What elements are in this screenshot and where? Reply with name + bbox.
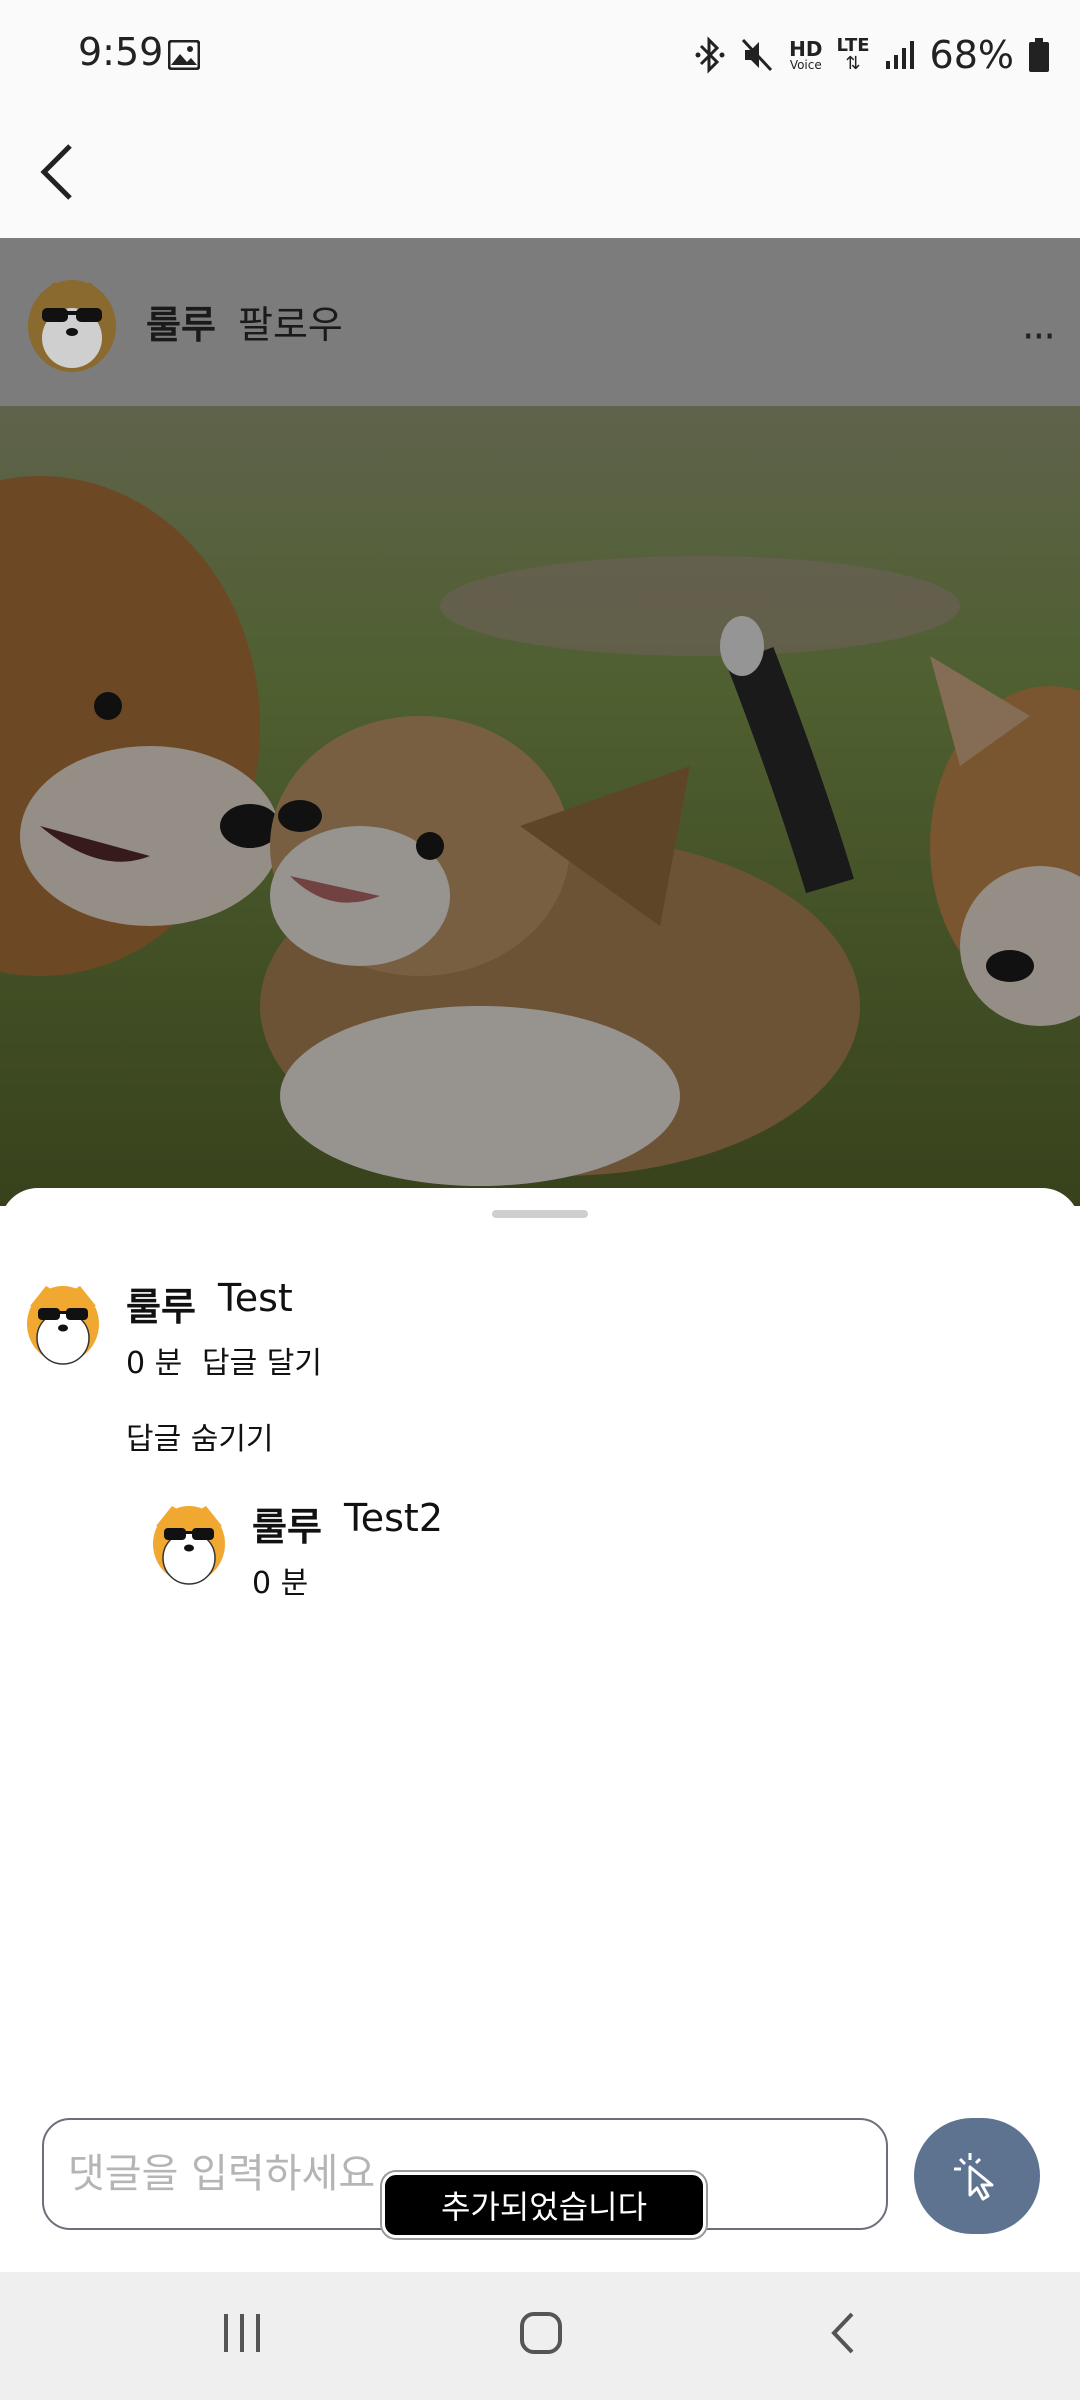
reply-avatar[interactable] [150, 1500, 228, 1586]
comment-text: Test [218, 1276, 293, 1320]
status-time: 9:59 [78, 30, 164, 74]
comment-avatar[interactable] [24, 1280, 102, 1366]
post-header: 룰루 팔로우 ··· [0, 238, 1080, 406]
signal-icon [885, 41, 914, 69]
hd-voice-icon: HD Voice [789, 39, 822, 71]
battery-icon [1029, 38, 1049, 72]
cursor-click-icon [954, 2153, 994, 2201]
battery-percent: 68% [929, 33, 1014, 77]
reply-time: 0 분 [252, 1566, 309, 1601]
top-app-bar [0, 110, 1080, 238]
recent-apps-icon[interactable] [220, 2308, 264, 2358]
home-icon[interactable] [518, 2308, 566, 2358]
back-arrow-icon[interactable] [36, 140, 80, 204]
comment-time: 0 분 [126, 1346, 183, 1381]
status-icons: HD Voice LTE ⇅ 68% [695, 30, 1050, 80]
follow-button[interactable]: 팔로우 [238, 294, 343, 349]
reply-item: 룰루 Test2 0 분 [0, 1488, 1080, 1628]
reply-button[interactable]: 답글 달기 [202, 1338, 322, 1382]
more-horizontal-icon[interactable]: ··· [1022, 314, 1056, 360]
status-bar: 9:59 HD Voice LTE ⇅ 68% [0, 0, 1080, 110]
comment-author[interactable]: 룰루 [126, 1276, 196, 1331]
hd-label: HD [789, 37, 823, 61]
bluetooth-icon [695, 36, 725, 74]
reply-text: Test2 [344, 1496, 444, 1540]
post-image [0, 406, 1080, 1206]
post-username[interactable]: 룰루 [146, 294, 216, 349]
user-avatar[interactable] [24, 274, 120, 374]
toast-message: 추가되었습니다 [382, 2172, 706, 2238]
modal-dim-overlay [0, 406, 1080, 1206]
voice-label: Voice [789, 58, 822, 72]
system-nav-bar [0, 2272, 1080, 2400]
nav-back-icon[interactable] [826, 2308, 860, 2358]
comments-bottom-sheet: 룰루 Test 0 분 답글 달기 답글 숨기기 룰루 Test2 0 분 [0, 1188, 1080, 2272]
hide-replies-button[interactable]: 답글 숨기기 [126, 1414, 274, 1458]
comment-item: 룰루 Test 0 분 답글 달기 답글 숨기기 [0, 1188, 1080, 1488]
reply-author[interactable]: 룰루 [252, 1496, 322, 1551]
image-notification-icon [168, 40, 200, 70]
mute-icon [742, 38, 773, 72]
lte-icon: LTE ⇅ [836, 37, 869, 73]
data-arrows-icon: ⇅ [845, 53, 861, 74]
send-comment-button[interactable] [914, 2118, 1040, 2234]
